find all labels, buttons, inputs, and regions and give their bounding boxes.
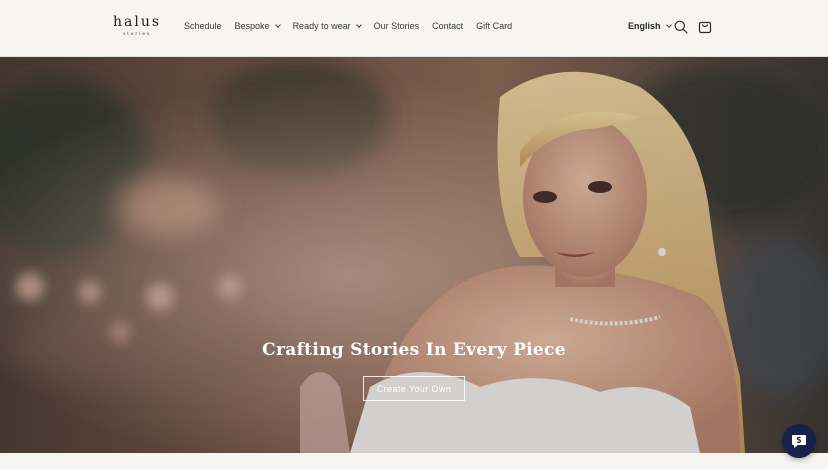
nav-item-label: Schedule [184,21,222,31]
nav-item-schedule[interactable]: Schedule [184,21,222,31]
chevron-down-icon [274,21,281,28]
brand-logo[interactable]: halus stories [113,14,161,37]
search-icon[interactable] [673,19,689,35]
logo-wordmark: halus [113,14,162,30]
shopify-chat-button[interactable] [782,424,816,458]
hero-banner: Crafting Stories In Every Piece Create Y… [0,57,828,453]
chevron-down-icon [355,21,362,28]
hero-title: Crafting Stories In Every Piece [262,340,566,360]
nav-item-label: Our Stories [373,21,420,31]
cart-icon[interactable] [697,19,713,35]
nav-item-label: Gift Card [476,21,513,31]
language-selector[interactable]: English [628,21,672,31]
language-label: English [628,21,661,31]
nav-item-gift-card[interactable]: Gift Card [476,21,512,31]
create-your-own-button[interactable]: Create Your Own [363,376,465,401]
page-content-strip [0,453,828,469]
main-nav: Schedule Bespoke Ready to wear Our Stori… [184,21,525,31]
logo-tagline: stories [123,32,151,37]
nav-item-label: Bespoke [234,21,270,31]
chevron-down-icon [665,21,672,28]
site-header: halus stories Schedule Bespoke Ready to … [0,0,828,57]
nav-item-label: Ready to wear [292,21,351,31]
nav-item-label: Contact [432,21,464,31]
nav-item-our-stories[interactable]: Our Stories [374,21,420,31]
shopify-chat-icon [792,435,806,448]
nav-item-contact[interactable]: Contact [432,21,463,31]
nav-item-ready-to-wear[interactable]: Ready to wear [292,21,362,31]
nav-item-bespoke[interactable]: Bespoke [234,21,281,31]
